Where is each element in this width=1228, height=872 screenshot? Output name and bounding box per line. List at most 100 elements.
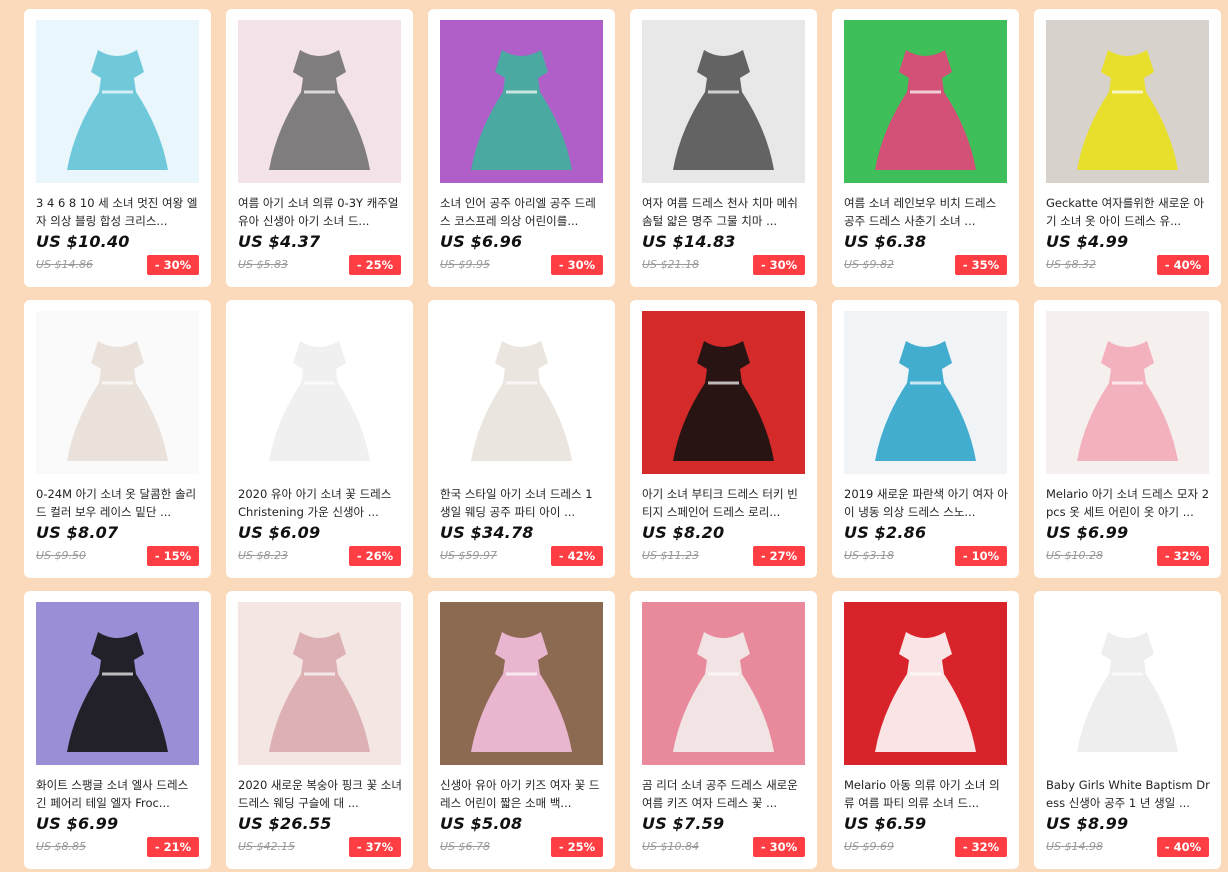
product-image[interactable] [440, 602, 603, 765]
product-card[interactable]: 여름 아기 소녀 의류 0-3Y 캐주얼 유아 신생아 아기 소녀 드... US… [226, 9, 413, 287]
product-image[interactable] [36, 20, 199, 183]
original-price: US $11.23 [642, 549, 700, 562]
product-title[interactable]: Melario 아기 소녀 드레스 모자 2pcs 옷 세트 어린이 옷 아기 … [1046, 485, 1210, 521]
product-card[interactable]: 3 4 6 8 10 세 소녀 멋진 여왕 엘자 의상 블링 합성 크리스...… [24, 9, 211, 287]
product-card[interactable]: 소녀 인어 공주 아리엘 공주 드레스 코스프레 의상 어린이를... US $6… [428, 9, 615, 287]
product-grid: 3 4 6 8 10 세 소녀 멋진 여왕 엘자 의상 블링 합성 크리스...… [24, 9, 1221, 869]
product-image[interactable] [238, 311, 401, 474]
product-card[interactable]: 2020 유아 아기 소녀 꽃 드레스 Christening 가운 신생아 .… [226, 300, 413, 578]
product-title[interactable]: 2019 새로운 파란색 아기 여자 아이 냉동 의상 드레스 스노... [844, 485, 1008, 521]
discount-badge: - 27% [753, 546, 805, 566]
product-title[interactable]: Melario 아동 의류 아기 소녀 의류 여름 파티 의류 소녀 드... [844, 776, 1008, 812]
discount-badge: - 21% [147, 837, 199, 857]
product-card[interactable]: Geckatte 여자를위한 새로운 아기 소녀 옷 아이 드레스 유... US… [1034, 9, 1221, 287]
product-title[interactable]: 3 4 6 8 10 세 소녀 멋진 여왕 엘자 의상 블링 합성 크리스... [36, 194, 200, 230]
product-price: US $6.96 [440, 232, 523, 251]
product-card[interactable]: 2019 새로운 파란색 아기 여자 아이 냉동 의상 드레스 스노... US … [832, 300, 1019, 578]
product-price: US $4.37 [238, 232, 321, 251]
product-price: US $6.99 [1046, 523, 1129, 542]
product-image[interactable] [238, 602, 401, 765]
discount-badge: - 30% [147, 255, 199, 275]
discount-badge: - 32% [1157, 546, 1209, 566]
product-title[interactable]: 곰 리더 소녀 공주 드레스 새로운 여름 키즈 여자 드레스 꽃 ... [642, 776, 806, 812]
product-title[interactable]: 2020 유아 아기 소녀 꽃 드레스 Christening 가운 신생아 .… [238, 485, 402, 521]
product-image[interactable] [1046, 20, 1209, 183]
original-price: US $10.28 [1046, 549, 1104, 562]
product-card[interactable]: Melario 아기 소녀 드레스 모자 2pcs 옷 세트 어린이 옷 아기 … [1034, 300, 1221, 578]
product-image[interactable] [1046, 311, 1209, 474]
product-card[interactable]: 화이트 스팽글 소녀 엘사 드레스 긴 페어리 테일 엘자 Froc... US … [24, 591, 211, 869]
product-title[interactable]: 0-24M 아기 소녀 옷 달콤한 솔리드 컬러 보우 레이스 밑단 ... [36, 485, 200, 521]
discount-badge: - 30% [753, 255, 805, 275]
original-price: US $14.98 [1046, 840, 1104, 853]
product-card[interactable]: 신생아 유아 아기 키즈 여자 꽃 드레스 어린이 짧은 소매 백... US $… [428, 591, 615, 869]
original-price: US $59.97 [440, 549, 498, 562]
product-price: US $2.86 [844, 523, 927, 542]
original-price: US $42.15 [238, 840, 296, 853]
original-price: US $9.82 [844, 258, 895, 271]
product-title[interactable]: 여자 여름 드레스 천사 치마 메쉬 솜털 얇은 명주 그물 치마 ... [642, 194, 806, 230]
original-price: US $14.86 [36, 258, 94, 271]
product-image[interactable] [642, 20, 805, 183]
discount-badge: - 25% [551, 837, 603, 857]
product-title[interactable]: 여름 소녀 레인보우 비치 드레스 공주 드레스 사춘기 소녀 ... [844, 194, 1008, 230]
product-title[interactable]: Geckatte 여자를위한 새로운 아기 소녀 옷 아이 드레스 유... [1046, 194, 1210, 230]
original-price: US $5.83 [238, 258, 289, 271]
product-card[interactable]: 곰 리더 소녀 공주 드레스 새로운 여름 키즈 여자 드레스 꽃 ... US … [630, 591, 817, 869]
original-price: US $9.95 [440, 258, 491, 271]
product-image[interactable] [36, 311, 199, 474]
discount-badge: - 30% [551, 255, 603, 275]
product-card[interactable]: Melario 아동 의류 아기 소녀 의류 여름 파티 의류 소녀 드... U… [832, 591, 1019, 869]
product-card[interactable]: 한국 스타일 아기 소녀 드레스 1 생일 웨딩 공주 파티 아이 ... US … [428, 300, 615, 578]
product-title[interactable]: 여름 아기 소녀 의류 0-3Y 캐주얼 유아 신생아 아기 소녀 드... [238, 194, 402, 230]
discount-badge: - 40% [1157, 255, 1209, 275]
product-card[interactable]: Baby Girls White Baptism Dress 신생아 공주 1 … [1034, 591, 1221, 869]
product-image[interactable] [844, 311, 1007, 474]
original-price: US $8.32 [1046, 258, 1097, 271]
product-card[interactable]: 2020 새로운 복숭아 핑크 꽃 소녀 드레스 웨딩 구슬에 대 ... US … [226, 591, 413, 869]
product-price: US $6.09 [238, 523, 321, 542]
product-title[interactable]: 신생아 유아 아기 키즈 여자 꽃 드레스 어린이 짧은 소매 백... [440, 776, 604, 812]
product-price: US $8.99 [1046, 814, 1129, 833]
original-price: US $9.69 [844, 840, 895, 853]
product-image[interactable] [238, 20, 401, 183]
original-price: US $8.85 [36, 840, 87, 853]
discount-badge: - 40% [1157, 837, 1209, 857]
product-price: US $6.38 [844, 232, 927, 251]
product-price: US $14.83 [642, 232, 736, 251]
product-card[interactable]: 여름 소녀 레인보우 비치 드레스 공주 드레스 사춘기 소녀 ... US $6… [832, 9, 1019, 287]
discount-badge: - 25% [349, 255, 401, 275]
product-price: US $8.20 [642, 523, 725, 542]
product-price: US $7.59 [642, 814, 725, 833]
product-card[interactable]: 0-24M 아기 소녀 옷 달콤한 솔리드 컬러 보우 레이스 밑단 ... US… [24, 300, 211, 578]
product-image[interactable] [440, 20, 603, 183]
product-title[interactable]: 한국 스타일 아기 소녀 드레스 1 생일 웨딩 공주 파티 아이 ... [440, 485, 604, 521]
product-image[interactable] [1046, 602, 1209, 765]
product-image[interactable] [36, 602, 199, 765]
product-image[interactable] [440, 311, 603, 474]
original-price: US $21.18 [642, 258, 700, 271]
product-image[interactable] [642, 311, 805, 474]
product-price: US $6.59 [844, 814, 927, 833]
product-price: US $4.99 [1046, 232, 1129, 251]
original-price: US $8.23 [238, 549, 289, 562]
product-image[interactable] [844, 602, 1007, 765]
product-image[interactable] [642, 602, 805, 765]
product-title[interactable]: 2020 새로운 복숭아 핑크 꽃 소녀 드레스 웨딩 구슬에 대 ... [238, 776, 402, 812]
discount-badge: - 15% [147, 546, 199, 566]
discount-badge: - 32% [955, 837, 1007, 857]
product-card[interactable]: 아기 소녀 부티크 드레스 터키 빈티지 스페인어 드레스 로리... US $8… [630, 300, 817, 578]
product-card[interactable]: 여자 여름 드레스 천사 치마 메쉬 솜털 얇은 명주 그물 치마 ... US … [630, 9, 817, 287]
original-price: US $6.78 [440, 840, 491, 853]
product-price: US $26.55 [238, 814, 332, 833]
product-title[interactable]: Baby Girls White Baptism Dress 신생아 공주 1 … [1046, 776, 1210, 812]
discount-badge: - 10% [955, 546, 1007, 566]
product-title[interactable]: 화이트 스팽글 소녀 엘사 드레스 긴 페어리 테일 엘자 Froc... [36, 776, 200, 812]
product-title[interactable]: 소녀 인어 공주 아리엘 공주 드레스 코스프레 의상 어린이를... [440, 194, 604, 230]
product-image[interactable] [844, 20, 1007, 183]
product-title[interactable]: 아기 소녀 부티크 드레스 터키 빈티지 스페인어 드레스 로리... [642, 485, 806, 521]
original-price: US $3.18 [844, 549, 895, 562]
original-price: US $10.84 [642, 840, 700, 853]
product-price: US $8.07 [36, 523, 119, 542]
discount-badge: - 37% [349, 837, 401, 857]
